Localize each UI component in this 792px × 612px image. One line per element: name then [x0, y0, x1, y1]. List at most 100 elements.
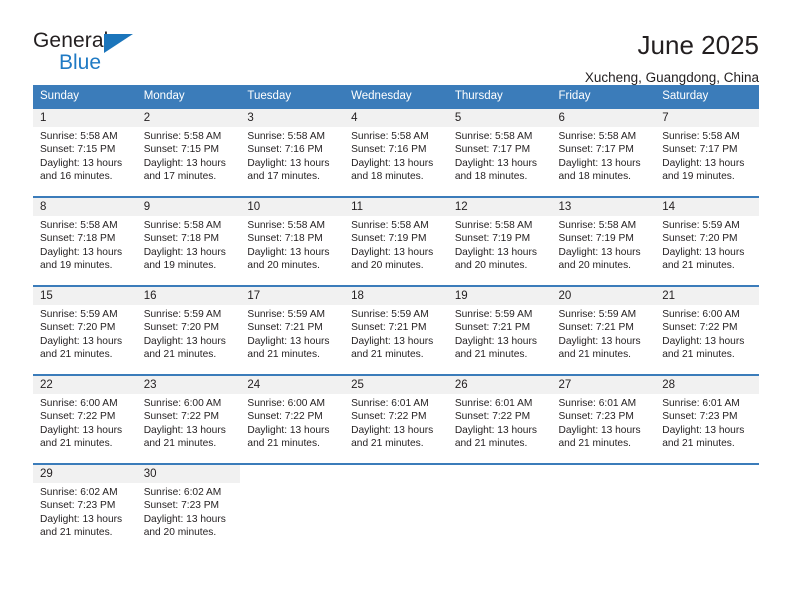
day-cell[interactable]: 6 Sunrise: 5:58 AM Sunset: 7:17 PM Dayli…	[551, 107, 656, 197]
weekday-header-thursday: Thursday	[447, 85, 552, 108]
day-number: 9	[136, 198, 241, 216]
day-cell[interactable]: 15 Sunrise: 5:59 AM Sunset: 7:20 PM Dayl…	[33, 285, 137, 375]
day-number: 10	[240, 198, 345, 216]
calendar-page: General Blue June 2025 Xucheng, Guangdon…	[0, 0, 792, 612]
daylight-text-line2: and 20 minutes.	[351, 260, 424, 272]
day-cell[interactable]: 21 Sunrise: 6:00 AM Sunset: 7:22 PM Dayl…	[655, 285, 759, 375]
day-cell[interactable]: 10 Sunrise: 5:58 AM Sunset: 7:18 PM Dayl…	[240, 196, 345, 286]
day-number: 25	[344, 376, 448, 394]
day-details: Sunrise: 6:00 AM Sunset: 7:22 PM Dayligh…	[240, 394, 344, 451]
sunset-text: Sunset: 7:18 PM	[247, 233, 323, 245]
day-cell[interactable]: 22 Sunrise: 6:00 AM Sunset: 7:22 PM Dayl…	[33, 374, 137, 464]
day-details: Sunrise: 5:58 AM Sunset: 7:19 PM Dayligh…	[448, 216, 552, 273]
day-details: Sunrise: 6:01 AM Sunset: 7:23 PM Dayligh…	[552, 394, 656, 451]
day-number: 14	[655, 198, 759, 216]
daylight-text-line2: and 21 minutes.	[454, 438, 528, 450]
day-cell[interactable]: 12 Sunrise: 5:58 AM Sunset: 7:19 PM Dayl…	[447, 196, 552, 286]
sunset-text: Sunset: 7:23 PM	[40, 500, 116, 512]
day-cell[interactable]: 30 Sunrise: 6:02 AM Sunset: 7:23 PM Dayl…	[136, 463, 241, 548]
generalblue-logo[interactable]: General Blue	[33, 30, 153, 78]
day-cell[interactable]: 17 Sunrise: 5:59 AM Sunset: 7:21 PM Dayl…	[240, 285, 345, 375]
day-cell[interactable]: 5 Sunrise: 5:58 AM Sunset: 7:17 PM Dayli…	[447, 107, 552, 197]
day-cell[interactable]: 13 Sunrise: 5:58 AM Sunset: 7:19 PM Dayl…	[551, 196, 656, 286]
day-details: Sunrise: 5:58 AM Sunset: 7:17 PM Dayligh…	[552, 127, 656, 184]
day-cell[interactable]: 27 Sunrise: 6:01 AM Sunset: 7:23 PM Dayl…	[551, 374, 656, 464]
sunset-text: Sunset: 7:20 PM	[662, 233, 738, 245]
day-cell[interactable]: 25 Sunrise: 6:01 AM Sunset: 7:22 PM Dayl…	[344, 374, 448, 464]
day-cell[interactable]: 4 Sunrise: 5:58 AM Sunset: 7:16 PM Dayli…	[344, 107, 448, 197]
day-number: 20	[551, 287, 656, 305]
daylight-text-line2: and 18 minutes.	[351, 171, 424, 183]
sunset-text: Sunset: 7:20 PM	[143, 322, 220, 334]
sunset-text: Sunset: 7:19 PM	[454, 233, 531, 245]
day-details: Sunrise: 5:58 AM Sunset: 7:19 PM Dayligh…	[344, 216, 448, 273]
day-details: Sunrise: 6:00 AM Sunset: 7:22 PM Dayligh…	[655, 305, 759, 362]
daylight-text-line2: and 21 minutes.	[247, 349, 320, 361]
day-cell[interactable]: 29 Sunrise: 6:02 AM Sunset: 7:23 PM Dayl…	[33, 463, 137, 548]
day-number: 1	[33, 109, 137, 127]
day-number: 18	[344, 287, 448, 305]
day-details: Sunrise: 6:01 AM Sunset: 7:23 PM Dayligh…	[655, 394, 759, 451]
day-cell[interactable]: 7 Sunrise: 5:58 AM Sunset: 7:17 PM Dayli…	[655, 107, 759, 197]
day-cell[interactable]: 1 Sunrise: 5:58 AM Sunset: 7:15 PM Dayli…	[33, 107, 137, 197]
day-cell[interactable]: 24 Sunrise: 6:00 AM Sunset: 7:22 PM Dayl…	[240, 374, 345, 464]
weekday-header-row: Sunday Monday Tuesday Wednesday Thursday…	[33, 85, 759, 108]
daylight-text-line2: and 17 minutes.	[143, 171, 217, 183]
daylight-text-line1: Daylight: 13 hours	[40, 424, 123, 436]
daylight-text-line1: Daylight: 13 hours	[40, 246, 123, 258]
day-cell[interactable]: 28 Sunrise: 6:01 AM Sunset: 7:23 PM Dayl…	[655, 374, 759, 464]
sunset-text: Sunset: 7:22 PM	[247, 411, 323, 423]
day-cell[interactable]: 8 Sunrise: 5:58 AM Sunset: 7:18 PM Dayli…	[33, 196, 137, 286]
daylight-text-line2: and 21 minutes.	[247, 438, 320, 450]
day-details: Sunrise: 5:58 AM Sunset: 7:19 PM Dayligh…	[552, 216, 656, 273]
day-cell[interactable]: 19 Sunrise: 5:59 AM Sunset: 7:21 PM Dayl…	[447, 285, 552, 375]
day-details: Sunrise: 6:00 AM Sunset: 7:22 PM Dayligh…	[137, 394, 241, 451]
daylight-text-line1: Daylight: 13 hours	[454, 335, 537, 347]
day-cell[interactable]: 11 Sunrise: 5:58 AM Sunset: 7:19 PM Dayl…	[344, 196, 448, 286]
sunrise-text: Sunrise: 5:58 AM	[247, 131, 325, 142]
day-number: 19	[447, 287, 552, 305]
daylight-text-line1: Daylight: 13 hours	[143, 246, 226, 258]
daylight-text-line2: and 21 minutes.	[662, 260, 735, 272]
sunrise-text: Sunrise: 5:58 AM	[40, 220, 118, 231]
day-number	[447, 465, 552, 483]
sunrise-text: Sunrise: 5:59 AM	[454, 309, 533, 320]
daylight-text-line1: Daylight: 13 hours	[662, 246, 745, 258]
logo-triangle-icon	[104, 34, 133, 53]
sunset-text: Sunset: 7:15 PM	[143, 144, 220, 156]
day-details: Sunrise: 5:59 AM Sunset: 7:21 PM Dayligh…	[344, 305, 448, 362]
day-details: Sunrise: 5:59 AM Sunset: 7:20 PM Dayligh…	[137, 305, 241, 362]
day-details: Sunrise: 5:59 AM Sunset: 7:21 PM Dayligh…	[448, 305, 552, 362]
sunrise-text: Sunrise: 5:58 AM	[143, 220, 222, 231]
daylight-text-line2: and 21 minutes.	[143, 438, 217, 450]
daylight-text-line2: and 18 minutes.	[454, 171, 528, 183]
day-details: Sunrise: 5:58 AM Sunset: 7:18 PM Dayligh…	[137, 216, 241, 273]
day-number: 16	[136, 287, 241, 305]
sunset-text: Sunset: 7:17 PM	[558, 144, 634, 156]
page-header: General Blue June 2025 Xucheng, Guangdon…	[33, 0, 759, 85]
day-details: Sunrise: 6:02 AM Sunset: 7:23 PM Dayligh…	[137, 483, 241, 540]
day-cell[interactable]: 23 Sunrise: 6:00 AM Sunset: 7:22 PM Dayl…	[136, 374, 241, 464]
day-details: Sunrise: 5:58 AM Sunset: 7:17 PM Dayligh…	[448, 127, 552, 184]
day-cell[interactable]: 9 Sunrise: 5:58 AM Sunset: 7:18 PM Dayli…	[136, 196, 241, 286]
sunset-text: Sunset: 7:22 PM	[662, 322, 738, 334]
daylight-text-line2: and 21 minutes.	[454, 349, 528, 361]
day-cell[interactable]: 14 Sunrise: 5:59 AM Sunset: 7:20 PM Dayl…	[655, 196, 759, 286]
day-cell[interactable]: 3 Sunrise: 5:58 AM Sunset: 7:16 PM Dayli…	[240, 107, 345, 197]
day-cell[interactable]: 16 Sunrise: 5:59 AM Sunset: 7:20 PM Dayl…	[136, 285, 241, 375]
sunrise-text: Sunrise: 5:58 AM	[351, 131, 429, 142]
day-cell[interactable]: 26 Sunrise: 6:01 AM Sunset: 7:22 PM Dayl…	[447, 374, 552, 464]
daylight-text-line1: Daylight: 13 hours	[351, 424, 434, 436]
day-cell[interactable]: 2 Sunrise: 5:58 AM Sunset: 7:15 PM Dayli…	[136, 107, 241, 197]
sunrise-text: Sunrise: 5:59 AM	[40, 309, 118, 320]
page-title: June 2025	[637, 30, 759, 60]
day-number: 7	[655, 109, 759, 127]
day-number: 26	[447, 376, 552, 394]
sunrise-text: Sunrise: 6:02 AM	[40, 487, 118, 498]
daylight-text-line2: and 21 minutes.	[40, 438, 113, 450]
day-cell[interactable]: 20 Sunrise: 5:59 AM Sunset: 7:21 PM Dayl…	[551, 285, 656, 375]
day-cell[interactable]: 18 Sunrise: 5:59 AM Sunset: 7:21 PM Dayl…	[344, 285, 448, 375]
weekday-header-saturday: Saturday	[655, 85, 759, 108]
sunset-text: Sunset: 7:16 PM	[247, 144, 323, 156]
day-details: Sunrise: 5:58 AM Sunset: 7:18 PM Dayligh…	[240, 216, 344, 273]
